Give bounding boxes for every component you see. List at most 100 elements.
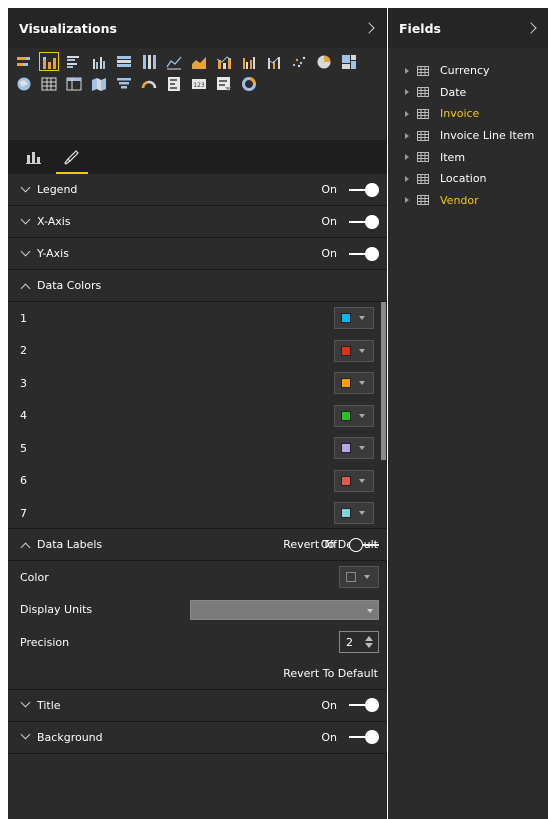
legend-state: On — [321, 183, 337, 196]
data-color-picker[interactable] — [334, 469, 374, 492]
data-color-number: 1 — [20, 311, 27, 325]
background-state: On — [321, 730, 337, 744]
field-table-item[interactable]: Date — [388, 82, 548, 104]
field-table-label: Date — [440, 85, 467, 99]
data-color-row: 1 — [8, 302, 387, 335]
field-table-label: Invoice Line Item — [440, 129, 535, 143]
data-colors-section[interactable]: Data Colors — [8, 270, 387, 302]
collapse-fields-chevron-icon[interactable] — [527, 23, 537, 33]
pie-chart-button[interactable] — [314, 52, 334, 71]
field-table-item[interactable]: Vendor — [388, 190, 548, 212]
gauge-icon — [141, 80, 157, 88]
field-table-label: Invoice — [440, 107, 480, 121]
clustered-bar-chart-button[interactable] — [64, 52, 84, 71]
line-clustered-column-chart-button[interactable] — [239, 52, 259, 71]
color-swatch — [341, 378, 351, 389]
dropdown-arrow-icon — [359, 348, 365, 353]
field-table-item[interactable]: Invoice Line Item — [388, 125, 548, 147]
title-toggle[interactable] — [349, 698, 379, 712]
data-labels-toggle[interactable] — [349, 537, 379, 552]
expand-arrow-icon[interactable] — [405, 197, 409, 204]
expand-arrow-icon[interactable] — [405, 132, 409, 139]
collapse-visualizations-chevron-icon[interactable] — [365, 23, 375, 33]
donut-chart-icon — [242, 76, 256, 91]
ribbon-chart-button[interactable] — [264, 52, 284, 71]
data-color-picker[interactable] — [334, 372, 374, 395]
data-color-picker[interactable] — [334, 339, 374, 362]
card-button[interactable]: 123 — [189, 74, 209, 93]
background-toggle[interactable] — [349, 730, 379, 744]
field-table-label: Vendor — [440, 193, 479, 207]
decrement-icon[interactable] — [365, 643, 373, 649]
pane-tabs — [8, 140, 387, 174]
100-stacked-bar-chart-icon — [117, 55, 131, 67]
field-table-item[interactable]: Item — [388, 146, 548, 168]
matrix-button[interactable] — [64, 74, 84, 93]
data-colors-list: 1 2 3 4 5 6 7 Revert To Default — [8, 302, 387, 551]
expand-arrow-icon[interactable] — [405, 67, 409, 74]
precision-value: 2 — [346, 635, 353, 649]
tab-fields[interactable] — [20, 143, 46, 171]
increment-icon[interactable] — [365, 636, 373, 642]
map-button[interactable] — [14, 74, 34, 93]
xaxis-toggle[interactable] — [349, 214, 379, 229]
slicer-button[interactable] — [214, 74, 234, 93]
stacked-bar-chart-button[interactable] — [14, 52, 34, 71]
color-swatch — [341, 410, 351, 421]
line-stacked-column-chart-button[interactable] — [214, 52, 234, 71]
multi-row-card-button[interactable] — [164, 74, 184, 93]
visualizations-pane: Visualizations 123 Legend On X-Axis On Y… — [8, 8, 387, 819]
display-units-select[interactable] — [190, 599, 379, 620]
background-section[interactable]: Background On — [8, 721, 387, 754]
100-stacked-column-chart-button[interactable] — [139, 52, 159, 71]
chevron-down-icon — [20, 699, 32, 711]
dropdown-arrow-icon — [359, 478, 365, 483]
expand-arrow-icon[interactable] — [405, 175, 409, 182]
data-colors-scrollbar[interactable] — [381, 302, 386, 460]
ribbon-chart-icon — [267, 56, 280, 69]
data-colors-label: Data Colors — [37, 279, 102, 292]
stacked-column-chart-button[interactable] — [39, 52, 59, 71]
yaxis-toggle[interactable] — [349, 246, 379, 261]
treemap-button[interactable] — [339, 52, 359, 71]
yaxis-section[interactable]: Y-Axis On — [8, 238, 387, 270]
format-properties: Legend On X-Axis On Y-Axis On Data Color… — [8, 174, 387, 754]
title-state: On — [321, 698, 337, 712]
data-labels-body: Color Display Units Precision 2 Revert T… — [8, 561, 387, 690]
expand-arrow-icon[interactable] — [405, 89, 409, 96]
data-labels-color-picker[interactable] — [339, 566, 379, 589]
100-stacked-bar-chart-button[interactable] — [114, 52, 134, 71]
xaxis-state: On — [321, 215, 337, 228]
clustered-column-chart-button[interactable] — [89, 52, 109, 71]
line-chart-button[interactable] — [164, 52, 184, 71]
data-color-picker[interactable] — [334, 307, 374, 330]
field-table-item[interactable]: Invoice — [388, 103, 548, 125]
expand-arrow-icon[interactable] — [405, 110, 409, 117]
funnel-button[interactable] — [114, 74, 134, 93]
field-table-item[interactable]: Currency — [388, 60, 548, 82]
data-color-picker[interactable] — [334, 502, 374, 525]
donut-chart-button[interactable] — [239, 74, 259, 93]
data-color-picker[interactable] — [334, 404, 374, 427]
table-button[interactable] — [39, 74, 59, 93]
scatter-chart-button[interactable] — [289, 52, 309, 71]
precision-stepper[interactable]: 2 — [339, 631, 379, 654]
expand-arrow-icon[interactable] — [405, 154, 409, 161]
chevron-down-icon — [20, 216, 32, 228]
color-swatch — [341, 443, 351, 454]
filled-map-button[interactable] — [89, 74, 109, 93]
legend-section[interactable]: Legend On — [8, 174, 387, 206]
legend-toggle[interactable] — [349, 182, 379, 197]
data-colors-revert-button[interactable]: Revert To Default — [8, 530, 387, 560]
area-chart-button[interactable] — [189, 52, 209, 71]
field-table-item[interactable]: Location — [388, 168, 548, 190]
gauge-button[interactable] — [139, 74, 159, 93]
xaxis-section[interactable]: X-Axis On — [8, 206, 387, 238]
tab-format[interactable] — [56, 143, 88, 174]
visualization-gallery: 123 — [14, 52, 374, 96]
title-section[interactable]: Title On — [8, 689, 387, 722]
precision-row: Precision 2 — [8, 626, 387, 659]
dropdown-arrow-icon — [359, 316, 365, 321]
data-labels-revert-button[interactable]: Revert To Default — [8, 659, 387, 689]
data-color-picker[interactable] — [334, 437, 374, 460]
